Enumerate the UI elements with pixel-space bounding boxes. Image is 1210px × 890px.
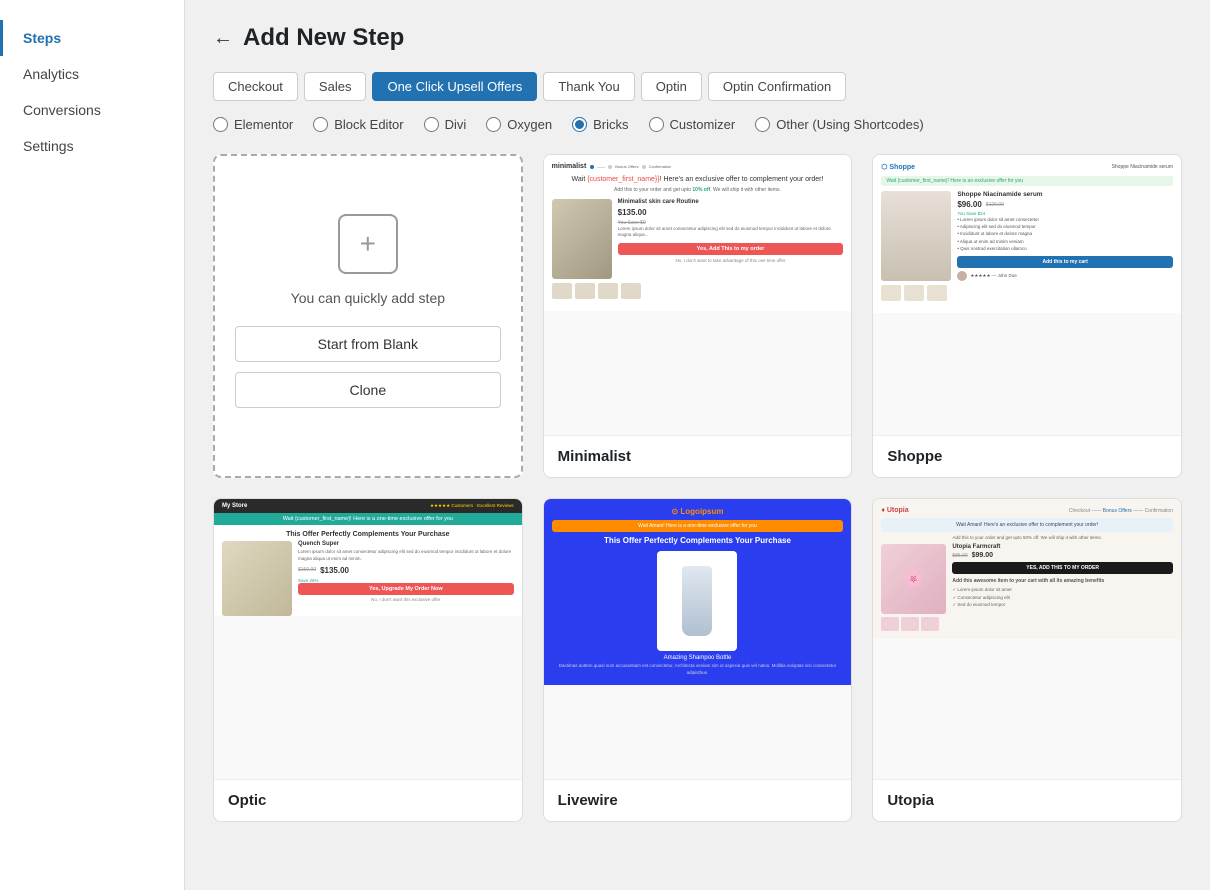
option-other[interactable]: Other (Using Shortcodes) (755, 117, 923, 132)
radio-oxygen[interactable] (486, 117, 501, 132)
sidebar-item-steps[interactable]: Steps (0, 20, 184, 56)
template-preview-shoppe: ⬡ Shoppe Shoppe Niacinamide serum Wait {… (873, 155, 1181, 435)
option-customizer[interactable]: Customizer (649, 117, 736, 132)
option-divi[interactable]: Divi (424, 117, 467, 132)
blank-card-description: You can quickly add step (291, 290, 445, 306)
blank-template-card: + You can quickly add step Start from Bl… (213, 154, 523, 478)
tab-one-click-upsell[interactable]: One Click Upsell Offers (372, 72, 537, 101)
radio-customizer[interactable] (649, 117, 664, 132)
template-preview-utopia: ♦ Utopia Checkout —— Bonus Offers —— Con… (873, 499, 1181, 779)
page-header: ← Add New Step (213, 24, 1182, 52)
page-title: Add New Step (243, 24, 404, 52)
shoppe-preview-content: ⬡ Shoppe Shoppe Niacinamide serum Wait {… (873, 155, 1181, 313)
tab-thank-you[interactable]: Thank You (543, 72, 634, 101)
tab-sales[interactable]: Sales (304, 72, 367, 101)
option-oxygen[interactable]: Oxygen (486, 117, 552, 132)
tab-optin-confirmation[interactable]: Optin Confirmation (708, 72, 846, 101)
option-elementor[interactable]: Elementor (213, 117, 293, 132)
livewire-preview-content: ⊙ Logoipsum Wait Amani! Here is a one-ti… (544, 499, 852, 685)
option-block-editor[interactable]: Block Editor (313, 117, 403, 132)
tab-optin[interactable]: Optin (641, 72, 702, 101)
template-preview-minimalist: minimalist —— Bonus Offers Confirmation … (544, 155, 852, 435)
back-button[interactable]: ← (213, 27, 233, 50)
radio-bricks[interactable] (572, 117, 587, 132)
template-label-livewire: Livewire (544, 779, 852, 821)
template-preview-optic: My Store ★★★★★ Customers · Excellent Rev… (214, 499, 522, 779)
start-from-blank-button[interactable]: Start from Blank (235, 326, 501, 362)
template-card-optic[interactable]: My Store ★★★★★ Customers · Excellent Rev… (213, 498, 523, 822)
sidebar-item-settings[interactable]: Settings (0, 128, 184, 164)
clone-button[interactable]: Clone (235, 372, 501, 408)
template-label-utopia: Utopia (873, 779, 1181, 821)
template-label-minimalist: Minimalist (544, 435, 852, 477)
option-bricks[interactable]: Bricks (572, 117, 628, 132)
utopia-preview-content: ♦ Utopia Checkout —— Bonus Offers —— Con… (873, 499, 1181, 639)
step-type-tabs: Checkout Sales One Click Upsell Offers T… (213, 72, 1182, 101)
template-card-livewire[interactable]: ⊙ Logoipsum Wait Amani! Here is a one-ti… (543, 498, 853, 822)
template-label-optic: Optic (214, 779, 522, 821)
minimalist-preview-content: minimalist —— Bonus Offers Confirmation … (544, 155, 852, 311)
sidebar-item-conversions[interactable]: Conversions (0, 92, 184, 128)
template-preview-livewire: ⊙ Logoipsum Wait Amani! Here is a one-ti… (544, 499, 852, 779)
main-content: ← Add New Step Checkout Sales One Click … (185, 0, 1210, 890)
template-card-minimalist[interactable]: minimalist —— Bonus Offers Confirmation … (543, 154, 853, 478)
radio-other[interactable] (755, 117, 770, 132)
add-step-icon: + (338, 214, 398, 274)
template-card-utopia[interactable]: ♦ Utopia Checkout —— Bonus Offers —— Con… (872, 498, 1182, 822)
editor-options: Elementor Block Editor Divi Oxygen Brick… (213, 117, 1182, 132)
radio-block-editor[interactable] (313, 117, 328, 132)
sidebar-item-analytics[interactable]: Analytics (0, 56, 184, 92)
template-card-shoppe[interactable]: ⬡ Shoppe Shoppe Niacinamide serum Wait {… (872, 154, 1182, 478)
radio-divi[interactable] (424, 117, 439, 132)
sidebar: Steps Analytics Conversions Settings (0, 0, 185, 890)
radio-elementor[interactable] (213, 117, 228, 132)
templates-grid: + You can quickly add step Start from Bl… (213, 154, 1182, 822)
optic-preview-content: My Store ★★★★★ Customers · Excellent Rev… (214, 499, 522, 616)
template-label-shoppe: Shoppe (873, 435, 1181, 477)
tab-checkout[interactable]: Checkout (213, 72, 298, 101)
